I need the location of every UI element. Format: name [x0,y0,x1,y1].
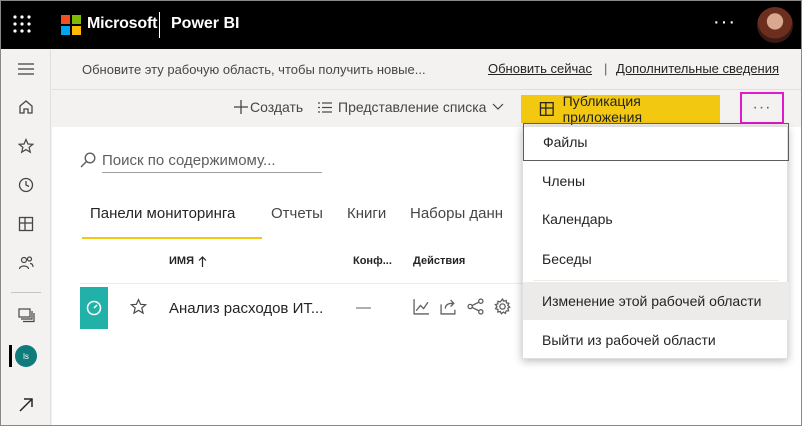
topbar-more-button[interactable]: ··· [713,11,736,34]
nav-toggle-icon[interactable] [1,53,51,85]
update-now-link[interactable]: Обновить сейчас [488,61,592,76]
tab-reports[interactable]: Отчеты [271,205,323,222]
app-launcher-icon[interactable] [12,14,32,34]
microsoft-logo-icon [61,15,81,35]
product-name[interactable]: Power BI [171,15,239,33]
search-box[interactable]: Поиск по содержимому... [80,147,380,173]
left-nav: ls [1,49,51,425]
current-workspace-button[interactable]: ls [1,340,51,372]
column-actions: Действия [413,255,466,267]
workspaces-icon[interactable] [1,299,51,331]
table-row[interactable]: Анализ расходов ИТ... — [80,283,530,331]
analytics-icon[interactable] [413,298,430,315]
menu-separator [533,280,779,281]
item-confidentiality: — [356,299,371,316]
settings-gear-icon[interactable] [494,298,511,315]
workspace-toolbar: Создать Представление списка Публикация … [52,89,801,127]
tab-workbooks[interactable]: Книги [347,205,386,222]
menu-item-calendar[interactable]: Календарь [523,200,789,238]
search-underline [102,172,322,173]
row-actions [413,298,511,315]
lineage-icon[interactable] [467,298,484,315]
column-name-label: ИМЯ [169,255,194,267]
menu-item-files[interactable]: Файлы [523,123,789,161]
share-icon[interactable] [440,298,457,315]
list-view-dropdown[interactable]: Представление списка [318,99,504,115]
top-bar: Microsoft Power BI ··· [1,1,801,49]
search-placeholder: Поиск по содержимому... [102,151,276,169]
recent-clock-icon[interactable] [1,169,51,201]
tab-datasets[interactable]: Наборы данн [410,205,503,222]
active-tab-indicator [82,237,262,239]
menu-item-members[interactable]: Члены [523,162,789,200]
column-confidentiality[interactable]: Конф... [353,255,392,267]
brand-divider [159,12,160,38]
more-options-button[interactable]: ··· [740,92,784,124]
sort-arrow-up-icon [198,255,207,267]
nav-divider [11,292,41,293]
table-header: ИМЯ Конф... Действия [52,241,532,281]
dashboard-gauge-icon [80,287,108,329]
shared-with-me-icon[interactable] [1,247,51,279]
workspace-badge: ls [15,345,37,367]
app-icon [539,102,554,116]
create-button[interactable]: Создать [234,99,303,115]
favorites-star-icon[interactable] [1,130,51,162]
notice-text: Обновите эту рабочую область, чтобы полу… [82,62,426,77]
home-icon[interactable] [1,91,51,123]
upgrade-notice: Обновите эту рабочую область, чтобы полу… [52,49,801,89]
create-label: Создать [250,99,304,115]
menu-item-edit-workspace[interactable]: Изменение этой рабочей области [523,282,789,320]
brand-name: Microsoft [87,15,158,32]
learn-more-link[interactable]: Дополнительные сведения [616,61,779,76]
more-options-menu: Файлы Члены Календарь Беседы Изменение э… [522,123,789,359]
publish-app-label: Публикация приложения [562,93,643,125]
column-name[interactable]: ИМЯ [169,255,207,267]
apps-icon[interactable] [1,208,51,240]
list-icon [318,101,332,113]
publish-app-button[interactable]: Публикация приложения [521,93,720,125]
tab-dashboards[interactable]: Панели мониторинга [90,205,235,222]
user-avatar[interactable] [757,7,793,43]
item-name[interactable]: Анализ расходов ИТ... [169,300,323,317]
favorite-star-icon[interactable] [129,298,148,320]
notice-separator: | [604,61,608,76]
menu-item-conversations[interactable]: Беседы [523,240,789,278]
plus-icon [234,100,248,114]
list-view-label: Представление списка [338,99,487,115]
menu-item-leave-workspace[interactable]: Выйти из рабочей области [523,321,789,359]
chevron-down-icon [493,103,504,110]
search-icon [80,152,96,168]
get-data-arrow-icon[interactable] [1,389,51,421]
